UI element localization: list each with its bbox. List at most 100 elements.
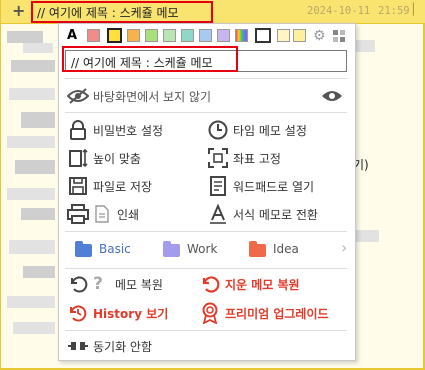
add-memo-button[interactable]: + [12, 2, 25, 20]
text-format-icon [207, 203, 229, 225]
grid-icon[interactable] [333, 30, 345, 42]
save-icon [67, 175, 89, 197]
award-icon [199, 302, 221, 324]
focus-frame-icon [207, 147, 229, 169]
memo-options-menu: A ⚙ // 여기에 제목 : 스케쥴 메모 바탕화면에서 보지 않기 비밀번호… [58, 23, 356, 361]
color-swatch-cream[interactable] [277, 29, 290, 42]
font-button[interactable]: A [67, 28, 77, 43]
divider [65, 268, 347, 269]
restore-deleted-item[interactable]: 지운 메모 복원 [199, 273, 349, 295]
hide-from-wallpaper-label: 바탕화면에서 보지 않기 [93, 90, 212, 104]
color-swatch-mint[interactable] [163, 29, 176, 42]
format-memo-item[interactable]: 서식 메모로 전환 [207, 203, 347, 225]
timer-memo-item[interactable]: 타임 메모 설정 [207, 119, 347, 141]
password-label: 비밀번호 설정 [93, 124, 164, 138]
history-item[interactable]: History 보기 [67, 302, 197, 324]
folder-icon [75, 241, 92, 257]
restore-deleted-label: 지운 메모 복원 [225, 278, 300, 292]
color-swatch-purple[interactable] [217, 29, 230, 42]
memo-time: 21:59 [378, 5, 410, 17]
restore-icon [199, 273, 221, 295]
title-bar[interactable]: + // 여기에 제목 : 스케쥴 메모 2024-10-11 21:59 ▏ [1, 0, 425, 24]
divider [65, 78, 347, 79]
blurred-content [11, 60, 55, 72]
print-item[interactable]: 인쇄 [67, 203, 197, 225]
blurred-content [23, 266, 55, 278]
eye-off-icon [67, 85, 89, 107]
color-swatch-teal[interactable] [181, 29, 194, 42]
folder-idea[interactable]: Idea [249, 240, 329, 260]
lock-icon [67, 119, 89, 141]
premium-upgrade-label: 프리미엄 업그레이드 [225, 307, 329, 321]
folder-scroll-right-button[interactable]: › [341, 238, 347, 257]
blurred-content [355, 230, 379, 242]
restore-memo-item[interactable]: ? 메모 복원 [67, 273, 197, 295]
memo-title[interactable]: // 여기에 제목 : 스케쥴 메모 [37, 4, 179, 21]
history-icon [67, 302, 89, 324]
sync-off-item[interactable]: 동기화 안함 [67, 335, 267, 357]
color-swatch-pink[interactable] [87, 29, 100, 42]
blurred-content [7, 188, 55, 200]
divider [65, 112, 347, 113]
blurred-content [23, 43, 53, 53]
password-item[interactable]: 비밀번호 설정 [67, 119, 197, 141]
hide-from-wallpaper-item[interactable]: 바탕화면에서 보지 않기 [67, 85, 351, 107]
format-memo-label: 서식 메모로 전환 [233, 208, 318, 222]
gear-icon[interactable]: ⚙ [313, 29, 326, 43]
print-label: 인쇄 [117, 208, 140, 222]
clock-icon [207, 119, 229, 141]
fix-position-label: 좌표 고정 [233, 152, 281, 166]
printer-icon [67, 203, 89, 225]
save-file-item[interactable]: 파일로 저장 [67, 175, 197, 197]
color-swatch-rainbow[interactable] [235, 29, 248, 42]
blurred-content [15, 160, 55, 174]
blurred-content [7, 296, 55, 308]
folder-idea-label: Idea [273, 242, 299, 256]
fit-height-icon [67, 147, 89, 169]
blurred-content [7, 136, 55, 148]
fix-position-item[interactable]: 좌표 고정 [207, 147, 347, 169]
color-swatch-lightyellow[interactable] [293, 29, 306, 42]
blurred-content [355, 40, 375, 52]
history-label: History 보기 [93, 307, 169, 321]
premium-upgrade-item[interactable]: 프리미엄 업그레이드 [199, 302, 349, 324]
document-icon [207, 175, 229, 197]
restore-memo-label: 메모 복원 [115, 278, 163, 292]
blurred-content [7, 31, 43, 43]
blurred-content [21, 112, 55, 128]
divider [65, 330, 347, 331]
blurred-content [13, 322, 55, 334]
memo-date: 2024-10-11 [307, 5, 371, 17]
folder-work[interactable]: Work [163, 240, 243, 260]
color-swatch-yellow[interactable] [107, 28, 122, 43]
unplug-icon [67, 335, 89, 357]
preview-document-icon [91, 203, 113, 225]
color-swatch-row: A ⚙ [65, 28, 349, 46]
folder-basic-label: Basic [99, 242, 131, 256]
memo-window: + // 여기에 제목 : 스케쥴 메모 2024-10-11 21:59 ▏ … [0, 0, 425, 370]
close-icon[interactable]: ▏ [413, 3, 423, 17]
title-input-highlight [62, 46, 238, 72]
color-swatch-blue[interactable] [199, 29, 212, 42]
open-wordpad-item[interactable]: 워드패드로 열기 [207, 175, 347, 197]
timer-memo-label: 타임 메모 설정 [233, 124, 307, 138]
folder-icon [249, 241, 266, 257]
divider [65, 231, 347, 232]
folder-work-label: Work [187, 242, 218, 256]
color-swatch-orange[interactable] [127, 29, 140, 42]
eye-icon[interactable] [321, 85, 343, 107]
open-wordpad-label: 워드패드로 열기 [233, 180, 315, 194]
blurred-content [9, 88, 55, 100]
fit-height-label: 높이 맞춤 [93, 152, 141, 166]
folder-icon [163, 241, 180, 257]
color-swatch-white[interactable] [255, 28, 271, 43]
blurred-content [21, 208, 55, 220]
save-file-label: 파일로 저장 [93, 180, 153, 194]
color-swatch-green[interactable] [145, 29, 158, 42]
blurred-content [9, 240, 55, 254]
fit-height-item[interactable]: 높이 맞춤 [67, 147, 197, 169]
undo-icon [67, 273, 89, 295]
sync-off-label: 동기화 안함 [93, 340, 153, 354]
help-icon: ? [93, 274, 103, 294]
folder-basic[interactable]: Basic [75, 240, 155, 260]
